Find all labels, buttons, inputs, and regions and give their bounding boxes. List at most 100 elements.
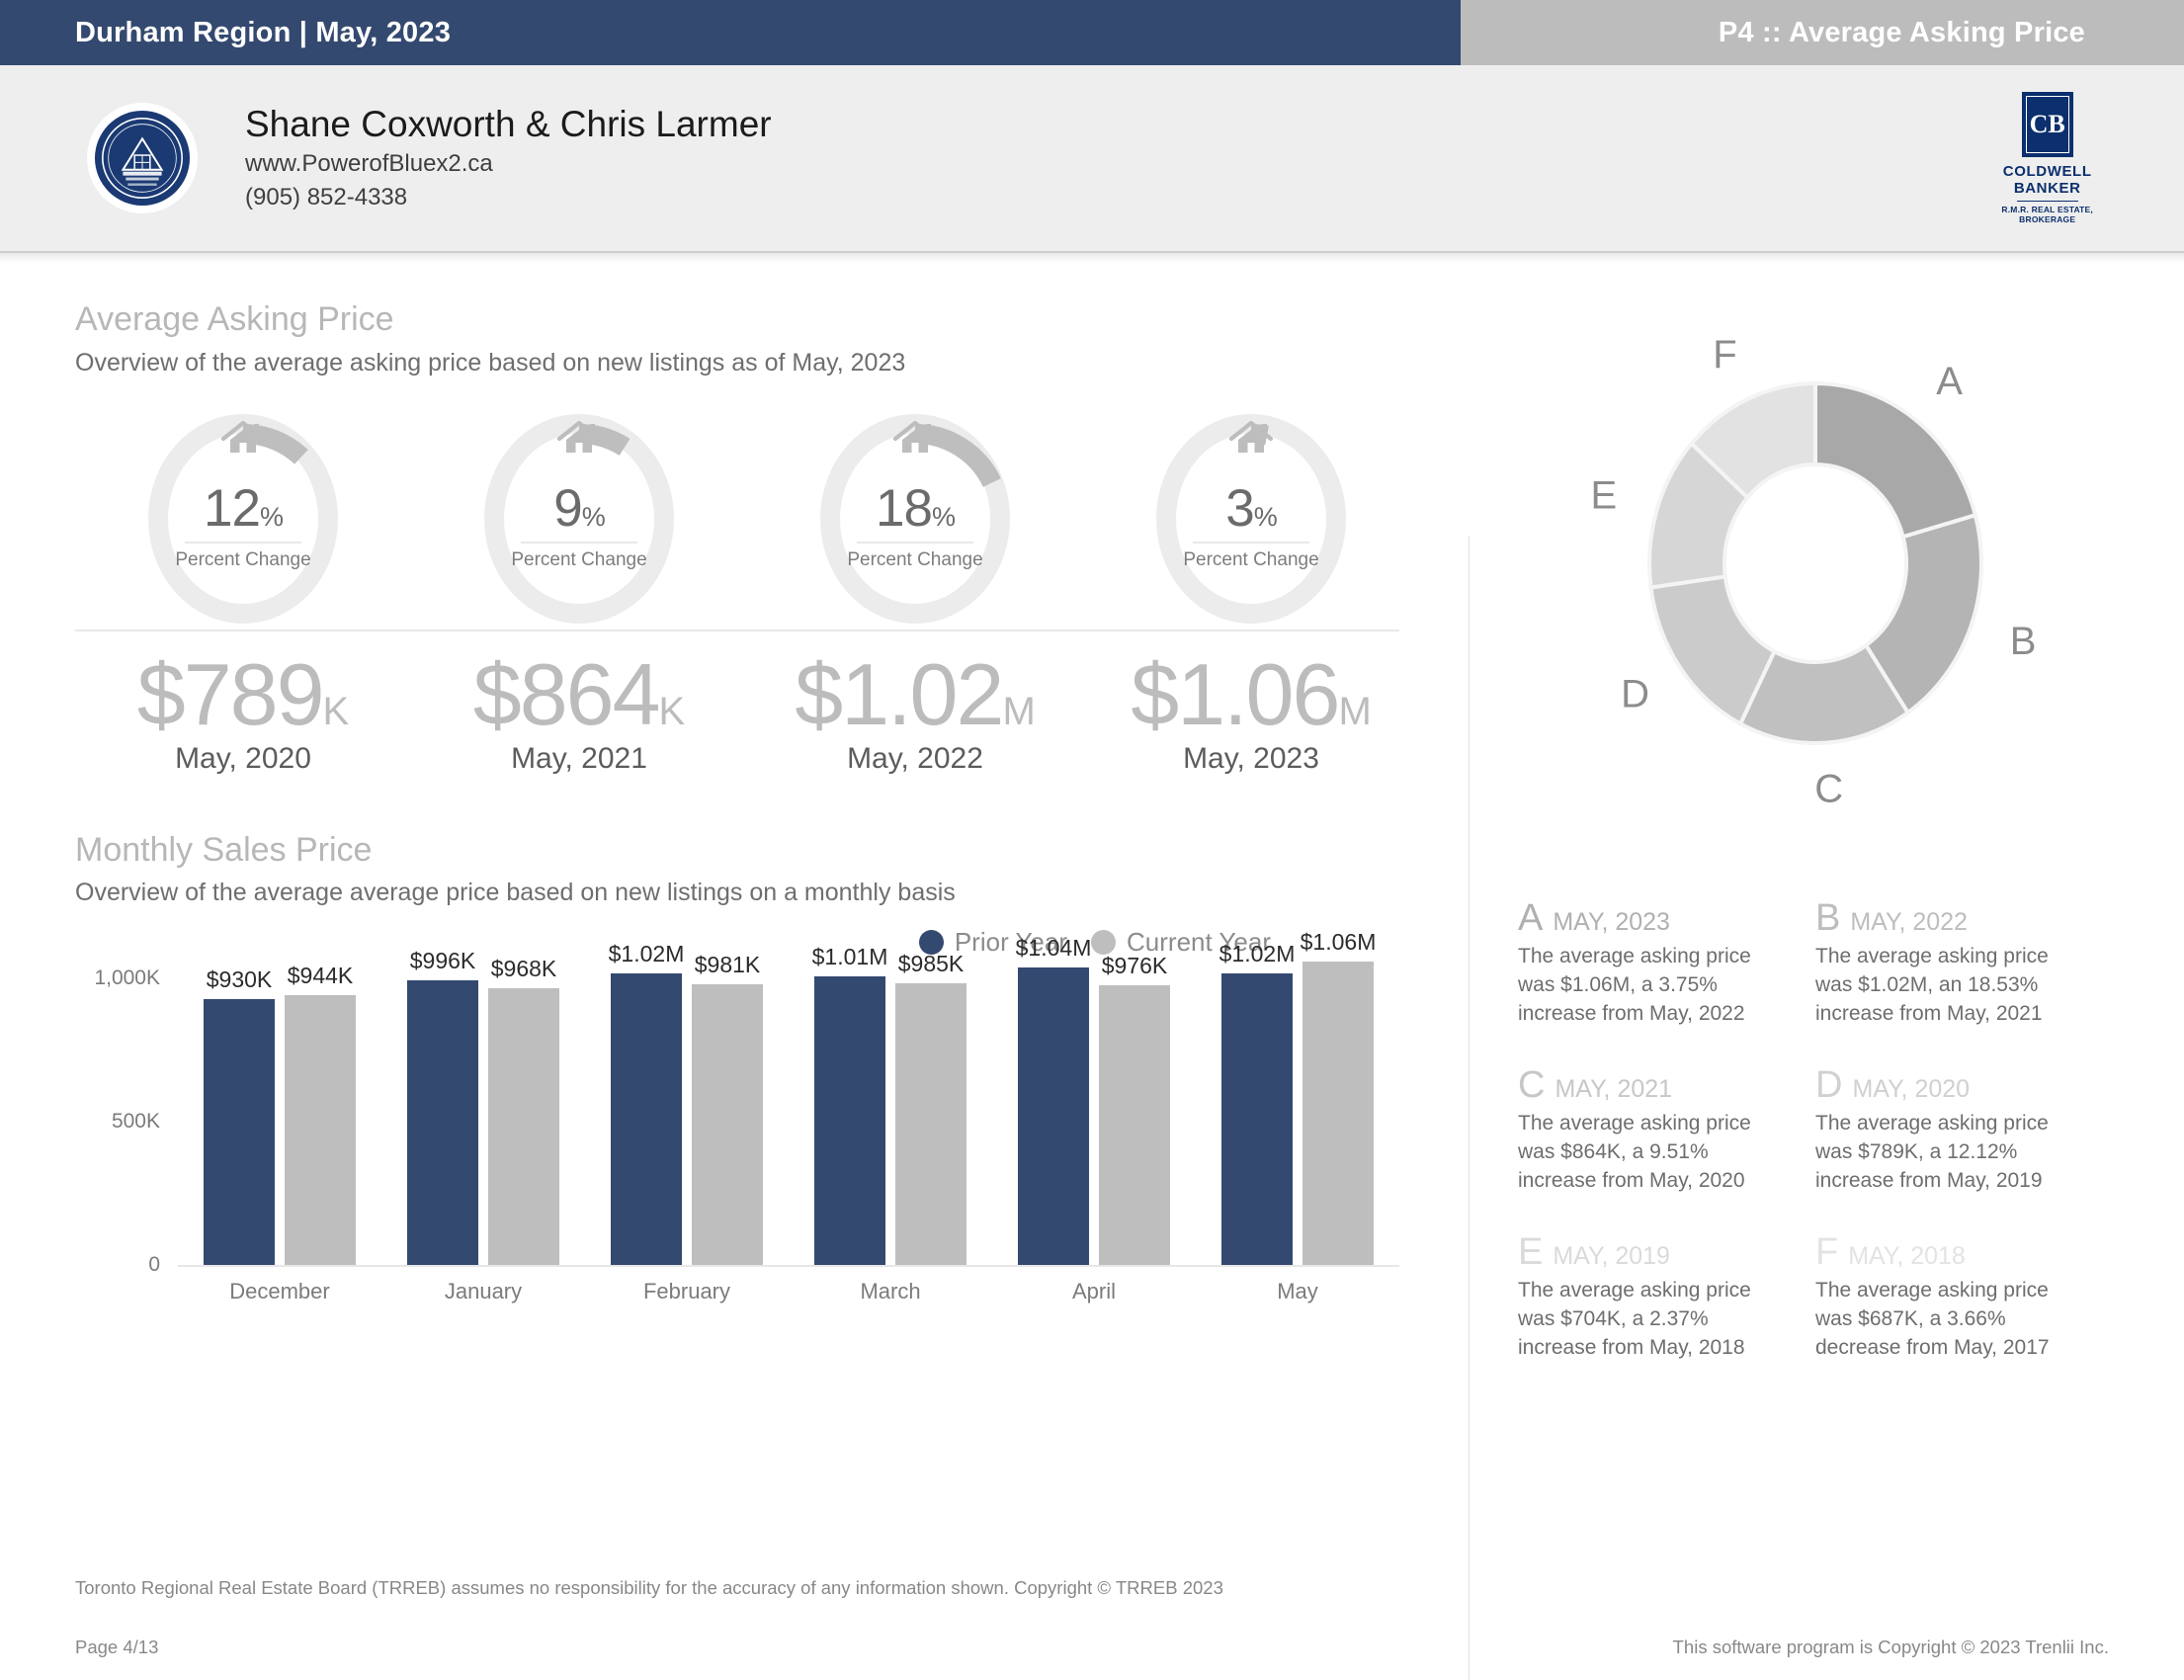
- bar-value-label: $968K: [490, 955, 557, 981]
- brokerage-name-line1: COLDWELL: [2002, 163, 2092, 181]
- bar-rect: [895, 982, 966, 1265]
- bar-current-january[interactable]: $968K: [488, 951, 559, 1265]
- gauge-value: 9%: [553, 479, 606, 538]
- price-value: $1.02M: [795, 645, 1036, 743]
- gauge-rule: [856, 542, 973, 544]
- bar-rect: [692, 983, 763, 1265]
- donut-label-F: F: [1713, 333, 1736, 377]
- legend-entry-C: C MAY, 2021 The average asking price was…: [1518, 1066, 1815, 1196]
- house-icon: [1228, 420, 1274, 453]
- top-bar: Durham Region | May, 2023 P4 :: Average …: [0, 0, 2184, 65]
- bar-prior-january[interactable]: $996K: [407, 948, 478, 1265]
- bar-group-january: $996K $968K: [381, 948, 585, 1265]
- entry-month: MAY, 2019: [1553, 1241, 1670, 1270]
- x-label-march: March: [860, 1278, 921, 1303]
- bar-current-april[interactable]: $976K: [1099, 951, 1170, 1265]
- bar-value-label: $985K: [897, 950, 965, 976]
- bar-rect: [814, 975, 885, 1265]
- gauge-rule: [1192, 542, 1309, 544]
- bar-rect: [1221, 972, 1293, 1265]
- page-title-bar: P4 :: Average Asking Price: [1461, 0, 2184, 65]
- bar-prior-april[interactable]: $1.04M: [1016, 935, 1091, 1265]
- entry-letter: F: [1815, 1230, 1839, 1273]
- price-divider: [75, 630, 1399, 631]
- gauge-1: 12% Percent Change: [75, 414, 411, 624]
- price-year: May, 2020: [175, 741, 311, 775]
- donut-label-D: D: [1621, 672, 1649, 715]
- agent-phone[interactable]: (905) 852-4338: [245, 181, 772, 214]
- asking-price-subtitle: Overview of the average asking price bas…: [75, 348, 906, 377]
- x-label-december: December: [229, 1278, 330, 1303]
- bar-value-label: $1.02M: [608, 940, 685, 966]
- bar-value-label: $976K: [1101, 953, 1168, 979]
- x-label-april: April: [1071, 1278, 1116, 1303]
- entry-month: MAY, 2023: [1553, 908, 1670, 936]
- yearly-donut-chart: A B C D E F: [1524, 298, 2107, 852]
- page-number: Page 4/13: [75, 1637, 159, 1657]
- bar-prior-february[interactable]: $1.02M: [609, 941, 684, 1265]
- price-year: May, 2022: [847, 741, 983, 775]
- price-suffix: K: [658, 690, 686, 733]
- entry-head: E MAY, 2019: [1518, 1233, 1782, 1271]
- entry-month: MAY, 2022: [1850, 908, 1968, 936]
- bar-current-december[interactable]: $944K: [285, 951, 356, 1265]
- bar-prior-december[interactable]: $930K: [204, 951, 275, 1265]
- bar-rect: [285, 994, 356, 1265]
- donut-label-A: A: [1936, 360, 1963, 403]
- bar-current-may[interactable]: $1.06M: [1301, 929, 1376, 1265]
- bar-rect: [407, 979, 478, 1265]
- house-icon: [556, 420, 602, 453]
- house-icon: [892, 420, 938, 453]
- price-card-2: $864K May, 2021: [411, 649, 747, 776]
- price-row: $789K May, 2020 $864K May, 2021 $1.02M M…: [75, 649, 1419, 776]
- bar-value-label: $981K: [694, 951, 761, 977]
- price-suffix: M: [1338, 690, 1372, 733]
- bar-prior-march[interactable]: $1.01M: [812, 944, 887, 1265]
- entry-body: The average asking price was $864K, a 9.…: [1518, 1111, 1751, 1192]
- y-tick-2: 1,000K: [94, 966, 160, 990]
- entry-letter: A: [1518, 897, 1544, 939]
- donut-label-E: E: [1590, 474, 1617, 518]
- software-copyright: This software program is Copyright © 202…: [1672, 1637, 2109, 1657]
- monthly-subtitle: Overview of the average average price ba…: [75, 879, 956, 907]
- legend-entry-E: E MAY, 2019 The average asking price was…: [1518, 1233, 1815, 1363]
- bar-rect: [204, 998, 275, 1265]
- entry-body: The average asking price was $1.02M, an …: [1815, 945, 2049, 1025]
- gauge-3: 18% Percent Change: [747, 414, 1083, 624]
- gauge-label: Percent Change: [511, 549, 647, 570]
- entry-head: F MAY, 2018: [1815, 1233, 2079, 1271]
- entry-body: The average asking price was $687K, a 3.…: [1815, 1278, 2050, 1359]
- bar-prior-may[interactable]: $1.02M: [1219, 941, 1295, 1265]
- brokerage-sub1: R.M.R. REAL ESTATE,: [2001, 204, 2093, 214]
- bar-rect: [488, 987, 559, 1265]
- bar-rect: [611, 972, 682, 1265]
- agent-website[interactable]: www.PowerofBluex2.ca: [245, 147, 772, 181]
- bar-value-label: $1.01M: [811, 943, 888, 969]
- report-page: Durham Region | May, 2023 P4 :: Average …: [0, 0, 2184, 1680]
- plot-area: $930K $944K $996K $968K $1.02M $981K $1.…: [178, 929, 1399, 1265]
- disclaimer-text: Toronto Regional Real Estate Board (TRRE…: [75, 1577, 1223, 1598]
- monthly-bar-chart: Prior Year Current Year 0 500K 1,000K $930…: [75, 927, 1399, 1316]
- bar-value-label: $1.02M: [1218, 940, 1296, 966]
- bar-current-february[interactable]: $981K: [692, 951, 763, 1265]
- entry-letter: E: [1518, 1230, 1544, 1273]
- gauge-center: 9% Percent Change: [511, 482, 646, 571]
- legend-entry-F: F MAY, 2018 The average asking price was…: [1815, 1233, 2113, 1363]
- right-column: A B C D E F A MAY, 2023 The average asking pr…: [1459, 298, 2184, 1400]
- legend-entry-D: D MAY, 2020 The average asking price was…: [1815, 1066, 2113, 1196]
- entry-body: The average asking price was $1.06M, a 3…: [1518, 945, 1751, 1025]
- entry-head: A MAY, 2023: [1518, 899, 1782, 937]
- gauge-unit: %: [581, 502, 606, 532]
- brokerage-name-line2: BANKER: [2013, 179, 2081, 197]
- gauge-center: 3% Percent Change: [1183, 482, 1318, 571]
- donut-segment-A[interactable]: [1813, 380, 1978, 540]
- gauge-2: 9% Percent Change: [411, 414, 747, 624]
- bar-rect: [1302, 962, 1374, 1265]
- axis-baseline: [178, 1264, 1399, 1267]
- entry-month: MAY, 2021: [1554, 1074, 1673, 1103]
- bar-current-march[interactable]: $985K: [895, 951, 966, 1265]
- region-title: Durham Region | May, 2023: [75, 16, 452, 48]
- column-divider: [1469, 536, 1470, 1680]
- entry-head: C MAY, 2021: [1518, 1066, 1782, 1104]
- entry-head: B MAY, 2022: [1815, 899, 2079, 937]
